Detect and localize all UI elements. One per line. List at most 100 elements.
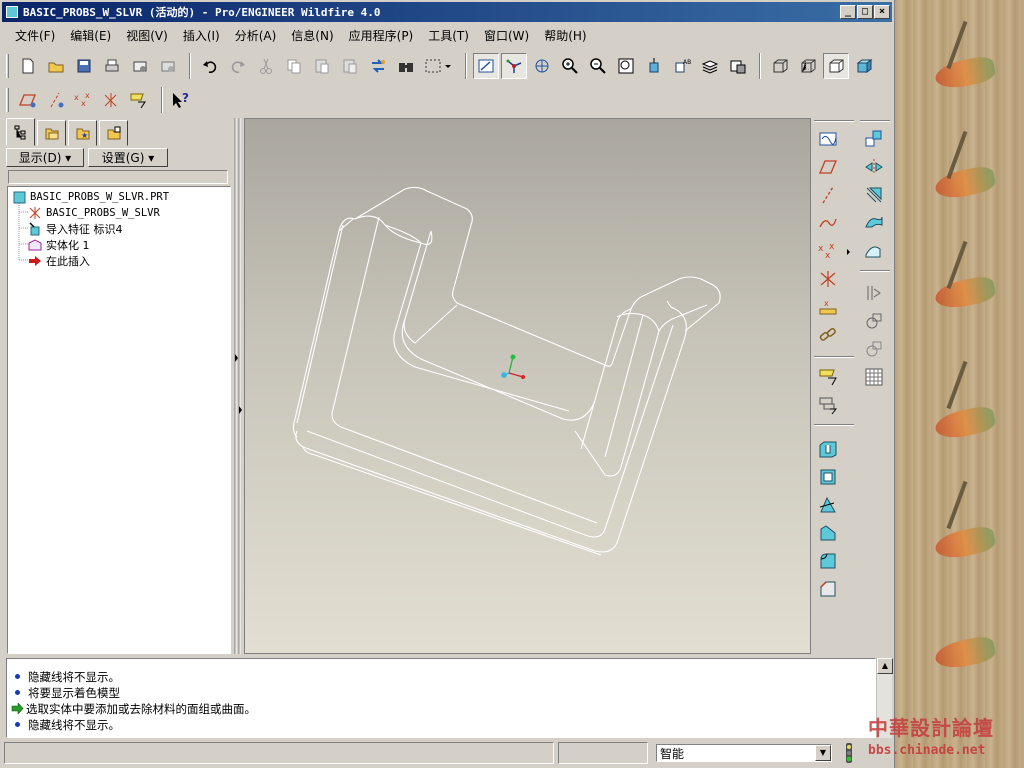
tree-item-insert-here[interactable]: 在此插入: [28, 253, 90, 269]
show-dropdown-button[interactable]: 显示(D) ▾: [6, 148, 84, 167]
search-button[interactable]: [393, 53, 419, 79]
tab-folder-browser[interactable]: [37, 120, 66, 146]
toolbar-grip[interactable]: [6, 88, 9, 112]
shell-tool-button[interactable]: [815, 464, 841, 490]
send-mail-button[interactable]: [127, 53, 153, 79]
settings-dropdown-button[interactable]: 设置(G) ▾: [88, 148, 168, 167]
send-link-button[interactable]: [155, 53, 181, 79]
annotation-feature-button[interactable]: [815, 364, 841, 390]
coordinate-system-tool-button[interactable]: [815, 266, 841, 292]
copy-feature-button[interactable]: [861, 126, 887, 152]
no-hidden-display-button[interactable]: [823, 53, 849, 79]
shaded-display-button[interactable]: [851, 53, 877, 79]
graphics-viewport[interactable]: [244, 118, 811, 654]
cut-button[interactable]: [253, 53, 279, 79]
reference-feature-button[interactable]: [815, 322, 841, 348]
draft-tool-button[interactable]: [815, 492, 841, 518]
reorient-button[interactable]: [641, 53, 667, 79]
thicken-tool-button[interactable]: [861, 308, 887, 334]
message-line: 将要显示着色模型: [11, 685, 120, 700]
zoom-out-button[interactable]: [585, 53, 611, 79]
hidden-line-display-button[interactable]: [795, 53, 821, 79]
solidify-tool-button[interactable]: [861, 336, 887, 362]
model-tree: BASIC_PROBS_W_SLVR.PRT BASIC_PROBS_W_SLV…: [7, 186, 231, 654]
open-file-button[interactable]: [43, 53, 69, 79]
repaint-icon: [478, 59, 494, 73]
datum-plane-display-button[interactable]: [15, 87, 41, 113]
wireframe-display-button[interactable]: [767, 53, 793, 79]
maximize-button[interactable]: □: [857, 5, 873, 19]
annotation-display-button[interactable]: [127, 87, 153, 113]
round-tool-button[interactable]: [815, 548, 841, 574]
layers-button[interactable]: [697, 53, 723, 79]
datum-point-tool-button[interactable]: xxx: [815, 238, 851, 264]
paste-special-button[interactable]: [337, 53, 363, 79]
tree-item-import-feature[interactable]: 导入特征 标识4: [28, 221, 123, 237]
refit-button[interactable]: [613, 53, 639, 79]
toolbar-grip[interactable]: [6, 54, 9, 78]
rib-tool-button[interactable]: [815, 520, 841, 546]
repaint-button[interactable]: [473, 53, 499, 79]
coordinate-system-display-button[interactable]: [99, 87, 125, 113]
intersect-tool-button[interactable]: [861, 238, 887, 264]
view-manager-button[interactable]: [725, 53, 751, 79]
chamfer-tool-button[interactable]: [815, 576, 841, 602]
datum-point-display-button[interactable]: xxx: [71, 87, 97, 113]
menu-file[interactable]: 文件(F): [8, 25, 62, 46]
mirror-tool-button[interactable]: [861, 154, 887, 180]
datum-axis-icon: [822, 186, 834, 204]
paste-button[interactable]: [309, 53, 335, 79]
title-bar[interactable]: BASIC_PROBS_W_SLVR (活动的) - Pro/ENGINEER …: [2, 2, 892, 22]
sketch-tool-button[interactable]: [815, 126, 841, 152]
orient-mode-button[interactable]: [529, 53, 555, 79]
tab-favorites[interactable]: ★: [68, 120, 97, 146]
context-help-button[interactable]: ?: [169, 87, 195, 113]
panel-splitter[interactable]: [233, 118, 243, 654]
offset-tool-button[interactable]: [861, 280, 887, 306]
datum-axis-tool-button[interactable]: [815, 182, 841, 208]
trim-tool-button[interactable]: [861, 182, 887, 208]
regenerate-button[interactable]: [365, 53, 391, 79]
menu-insert[interactable]: 插入(I): [176, 25, 227, 46]
tree-item-solidify[interactable]: 实体化 1: [28, 237, 90, 253]
tree-item-part[interactable]: BASIC_PROBS_W_SLVR.PRT: [12, 189, 169, 205]
close-button[interactable]: ×: [874, 5, 890, 19]
scroll-up-icon[interactable]: ▲: [877, 658, 893, 674]
analysis-feature-button[interactable]: x: [815, 294, 841, 320]
regeneration-status-icon[interactable]: [842, 742, 856, 764]
menu-info[interactable]: 信息(N): [284, 25, 340, 46]
datum-curve-tool-button[interactable]: [815, 210, 841, 236]
save-button[interactable]: [71, 53, 97, 79]
selection-filter-select[interactable]: 智能 ▼: [656, 744, 832, 762]
minimize-button[interactable]: _: [840, 5, 856, 19]
menu-window[interactable]: 窗口(W): [477, 25, 536, 46]
toolbar-separator: [189, 53, 191, 79]
zoom-in-button[interactable]: [557, 53, 583, 79]
menu-tools[interactable]: 工具(T): [421, 25, 476, 46]
pattern-tool-button[interactable]: [861, 364, 887, 390]
tab-model-tree[interactable]: [6, 118, 35, 146]
extrude-tool-button[interactable]: [815, 436, 841, 462]
app-icon[interactable]: [6, 6, 18, 18]
menu-analysis[interactable]: 分析(A): [228, 25, 284, 46]
redo-button[interactable]: [225, 53, 251, 79]
merge-tool-button[interactable]: [861, 210, 887, 236]
datum-feature-toolbar: xxx x: [812, 118, 855, 606]
datum-plane-tool-button[interactable]: [815, 154, 841, 180]
menu-applications[interactable]: 应用程序(P): [342, 25, 421, 46]
selection-box-button[interactable]: [421, 53, 457, 79]
menu-view[interactable]: 视图(V): [119, 25, 175, 46]
chevron-down-icon[interactable]: ▼: [815, 745, 831, 761]
spin-center-button[interactable]: [501, 53, 527, 79]
undo-button[interactable]: [197, 53, 223, 79]
print-button[interactable]: [99, 53, 125, 79]
new-file-button[interactable]: [15, 53, 41, 79]
copy-button[interactable]: [281, 53, 307, 79]
menu-edit[interactable]: 编辑(E): [63, 25, 118, 46]
annotation-element-button[interactable]: [815, 392, 841, 418]
tab-connections[interactable]: [99, 120, 128, 146]
tree-item-csys[interactable]: BASIC_PROBS_W_SLVR: [28, 205, 160, 221]
menu-help[interactable]: 帮助(H): [537, 25, 593, 46]
datum-axis-display-button[interactable]: [43, 87, 69, 113]
saved-views-button[interactable]: AB: [669, 53, 695, 79]
